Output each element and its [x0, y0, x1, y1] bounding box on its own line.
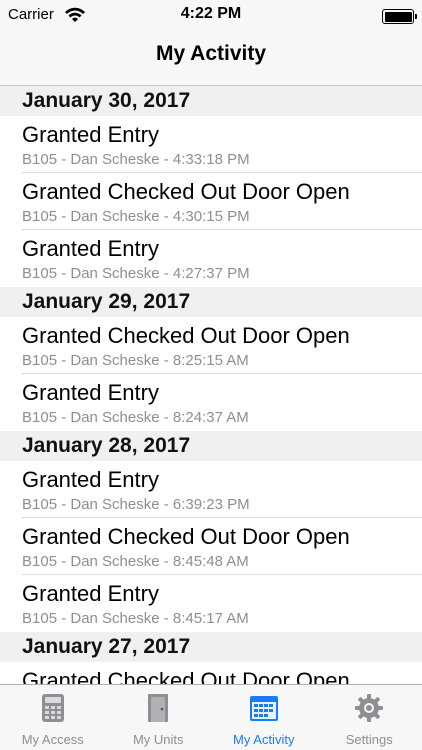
activity-detail: B105 - Dan Scheske - 6:39:23 PM: [22, 496, 250, 513]
activity-title: Granted Checked Out Door Open: [22, 524, 350, 549]
list-item[interactable]: Granted Checked Out Door Open B105 - Dan…: [0, 173, 422, 230]
section-header: January 30, 2017: [0, 86, 422, 116]
door-icon: [148, 694, 169, 722]
activity-title: Granted Checked Out Door Open: [22, 323, 350, 348]
tab-my-activity[interactable]: My Activity: [211, 685, 317, 750]
tab-label: My Activity: [233, 732, 295, 747]
section-header: January 29, 2017: [0, 287, 422, 317]
list-item[interactable]: Granted Entry B105 - Dan Scheske - 4:33:…: [0, 116, 422, 173]
calendar-icon: [249, 696, 278, 721]
section-header: January 27, 2017: [0, 632, 422, 662]
activity-title: Granted Entry: [22, 122, 159, 147]
tab-label: Settings: [345, 732, 393, 747]
tab-label: My Units: [132, 732, 184, 747]
list-item[interactable]: Granted Checked Out Door Open: [0, 662, 422, 684]
status-time: 4:22 PM: [180, 5, 242, 22]
calculator-icon: [41, 694, 64, 722]
activity-title: Granted Entry: [22, 581, 159, 606]
activity-detail: B105 - Dan Scheske - 8:45:17 AM: [22, 610, 249, 627]
activity-title: Granted Checked Out Door Open: [22, 179, 350, 204]
activity-title: Granted Entry: [22, 467, 159, 492]
list-item[interactable]: Granted Checked Out Door Open B105 - Dan…: [0, 518, 422, 575]
battery-icon: [382, 9, 417, 24]
activity-title: Granted Entry: [22, 236, 159, 261]
activity-title: Granted Entry: [22, 380, 159, 405]
tab-bar: My Access My Units My Activity Settings: [0, 684, 422, 750]
list-item[interactable]: Granted Checked Out Door Open B105 - Dan…: [0, 317, 422, 374]
status-bar: Carrier 4:22 PM: [0, 0, 422, 32]
activity-detail: B105 - Dan Scheske - 8:25:15 AM: [22, 352, 249, 369]
list-item[interactable]: Granted Entry B105 - Dan Scheske - 6:39:…: [0, 461, 422, 518]
section-header: January 28, 2017: [0, 431, 422, 461]
navigation-bar: My Activity: [0, 32, 422, 86]
page-title: My Activity: [155, 42, 267, 65]
activity-title: Granted Checked Out Door Open: [22, 668, 350, 684]
list-item[interactable]: Granted Entry B105 - Dan Scheske - 8:45:…: [0, 575, 422, 632]
gear-icon: [355, 694, 384, 722]
list-item[interactable]: Granted Entry B105 - Dan Scheske - 4:27:…: [0, 230, 422, 287]
tab-my-units[interactable]: My Units: [106, 685, 212, 750]
tab-label: My Access: [21, 732, 84, 747]
tab-my-access[interactable]: My Access: [0, 685, 106, 750]
activity-detail: B105 - Dan Scheske - 8:45:48 AM: [22, 553, 249, 570]
activity-detail: B105 - Dan Scheske - 4:30:15 PM: [22, 208, 250, 225]
activity-detail: B105 - Dan Scheske - 8:24:37 AM: [22, 409, 249, 426]
activity-detail: B105 - Dan Scheske - 4:33:18 PM: [22, 151, 250, 168]
tab-settings[interactable]: Settings: [317, 685, 422, 750]
activity-detail: B105 - Dan Scheske - 4:27:37 PM: [22, 265, 250, 282]
activity-list[interactable]: January 30, 2017 Granted Entry B105 - Da…: [0, 86, 422, 684]
list-item[interactable]: Granted Entry B105 - Dan Scheske - 8:24:…: [0, 374, 422, 431]
